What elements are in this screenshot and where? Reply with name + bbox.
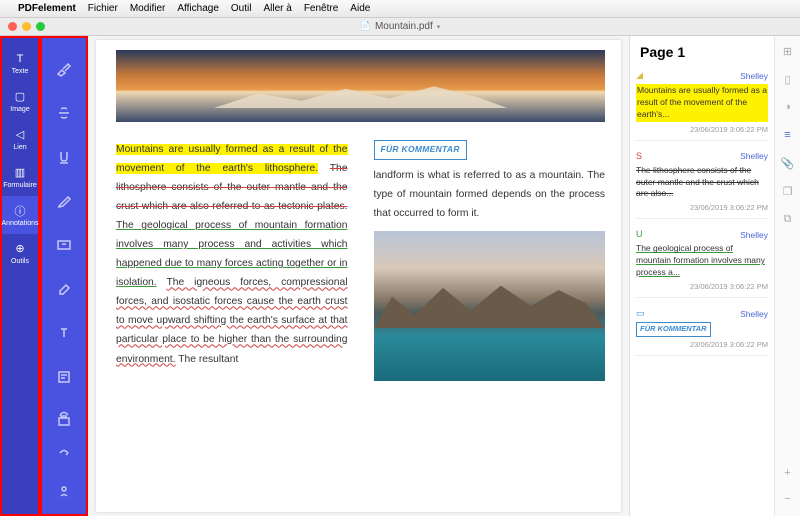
menu-fichier[interactable]: Fichier (88, 3, 118, 14)
app-name[interactable]: PDFelement (18, 3, 76, 14)
content-image (374, 231, 606, 381)
sidebar-item-lien[interactable]: ◁Lien (2, 120, 38, 158)
column-right: FÜR KOMMENTAR landform is what is referr… (374, 140, 606, 381)
comment-item[interactable]: ◢ Shelley Mountains are usually formed as… (636, 70, 768, 141)
form-icon: ▥ (13, 166, 27, 180)
menu-outil[interactable]: Outil (231, 3, 252, 14)
signature-tool[interactable] (51, 478, 77, 504)
comment-author: Shelley (740, 151, 768, 161)
image-icon: ▢ (13, 90, 27, 104)
comment-item[interactable]: S Shelley The lithosphere consists of the… (636, 151, 768, 220)
menu-affichage[interactable]: Affichage (177, 3, 219, 14)
document-viewport[interactable]: Mountains are usually formed as a result… (88, 36, 629, 516)
document-title[interactable]: 📄 Mountain.pdf (360, 21, 441, 32)
textbox-icon: ▭ (636, 308, 647, 319)
highlighted-text[interactable]: Mountains are usually formed as a result… (116, 144, 348, 174)
comment-timestamp: 23/06/2019 3:06:22 PM (636, 203, 768, 212)
menu-modifier[interactable]: Modifier (130, 3, 166, 14)
highlight-icon: ◢ (636, 70, 647, 81)
comments-panel-heading: Page 1 (636, 44, 768, 60)
textbox-tool[interactable] (51, 232, 77, 258)
sidebar-item-outils[interactable]: ⊕Outils (2, 234, 38, 272)
add-button[interactable]: + (781, 466, 795, 480)
body-text: The resultant (178, 354, 238, 365)
comment-text: Mountains are usually formed as a result… (636, 84, 768, 122)
sidebar-item-image[interactable]: ▢Image (2, 82, 38, 120)
annotation-tools-sidebar (40, 36, 88, 516)
window-titlebar: 📄 Mountain.pdf (0, 18, 800, 36)
tools-icon: ⊕ (13, 242, 27, 256)
menu-fenetre[interactable]: Fenêtre (304, 3, 338, 14)
highlight-tool[interactable] (51, 56, 77, 82)
close-window-button[interactable] (8, 22, 17, 31)
comments-panel: Page 1 ◢ Shelley Mountains are usually fo… (629, 36, 774, 516)
comment-text: The geological process of mountain forma… (636, 243, 768, 279)
copy-icon[interactable]: ❐ (781, 184, 795, 198)
bookmark-icon[interactable]: ◑ (781, 100, 795, 114)
attachment-icon[interactable]: 📎 (781, 156, 795, 170)
link-icon: ◁ (13, 128, 27, 142)
comment-text: The lithosphere consists of the outer ma… (636, 165, 768, 201)
sidebar-item-texte[interactable]: TTexte (2, 44, 38, 82)
text-icon: T (13, 52, 27, 66)
primary-sidebar: TTexte ▢Image ◁Lien ▥Formulaire ⓘAnnotat… (0, 36, 40, 516)
comment-timestamp: 23/06/2019 3:06:22 PM (636, 282, 768, 291)
comment-item[interactable]: U Shelley The geological process of mount… (636, 229, 768, 298)
redo-button[interactable] (51, 440, 77, 466)
comment-text: FÜR KOMMENTAR (636, 322, 711, 337)
underline-tool[interactable] (51, 144, 77, 170)
comment-author: Shelley (740, 71, 768, 81)
sidebar-item-formulaire[interactable]: ▥Formulaire (2, 158, 38, 196)
remove-button[interactable]: − (781, 492, 795, 506)
annotations-icon: ⓘ (13, 204, 27, 218)
comments-list-icon[interactable]: ≡ (781, 128, 795, 142)
menu-aide[interactable]: Aide (350, 3, 370, 14)
thumbnails-icon[interactable]: ⊞ (781, 44, 795, 58)
file-icon: 📄 (360, 21, 371, 32)
strikethrough-icon: S (636, 151, 647, 162)
right-rail: ⊞ ▯ ◑ ≡ 📎 ❐ ⧉ + − (774, 36, 800, 516)
comment-timestamp: 23/06/2019 3:06:22 PM (636, 125, 768, 134)
maximize-window-button[interactable] (36, 22, 45, 31)
page-icon[interactable]: ▯ (781, 72, 795, 86)
eraser-tool[interactable] (51, 276, 77, 302)
sidebar-item-annotations[interactable]: ⓘAnnotations (2, 196, 38, 234)
pages-icon[interactable]: ⧉ (781, 212, 795, 226)
undo-button[interactable] (51, 402, 77, 428)
comment-author: Shelley (740, 230, 768, 240)
comment-timestamp: 23/06/2019 3:06:22 PM (636, 340, 768, 349)
comment-item[interactable]: ▭ Shelley FÜR KOMMENTAR 23/06/2019 3:06:2… (636, 308, 768, 356)
column-left: Mountains are usually formed as a result… (116, 140, 348, 381)
comment-annotation[interactable]: FÜR KOMMENTAR (374, 140, 467, 160)
comment-author: Shelley (740, 309, 768, 319)
hero-image (116, 50, 605, 122)
underline-icon: U (636, 229, 647, 240)
menu-aller-a[interactable]: Aller à (263, 3, 291, 14)
strikethrough-tool[interactable] (51, 100, 77, 126)
minimize-window-button[interactable] (22, 22, 31, 31)
note-tool[interactable] (51, 364, 77, 390)
squiggly-text[interactable]: The igneous forces, compressional forces… (116, 277, 348, 364)
typewriter-tool[interactable] (51, 320, 77, 346)
mac-menubar: PDFelement Fichier Modifier Affichage Ou… (0, 0, 800, 18)
pencil-tool[interactable] (51, 188, 77, 214)
pdf-page: Mountains are usually formed as a result… (96, 40, 621, 512)
body-text: landform is what is referred to as a mou… (374, 166, 606, 223)
